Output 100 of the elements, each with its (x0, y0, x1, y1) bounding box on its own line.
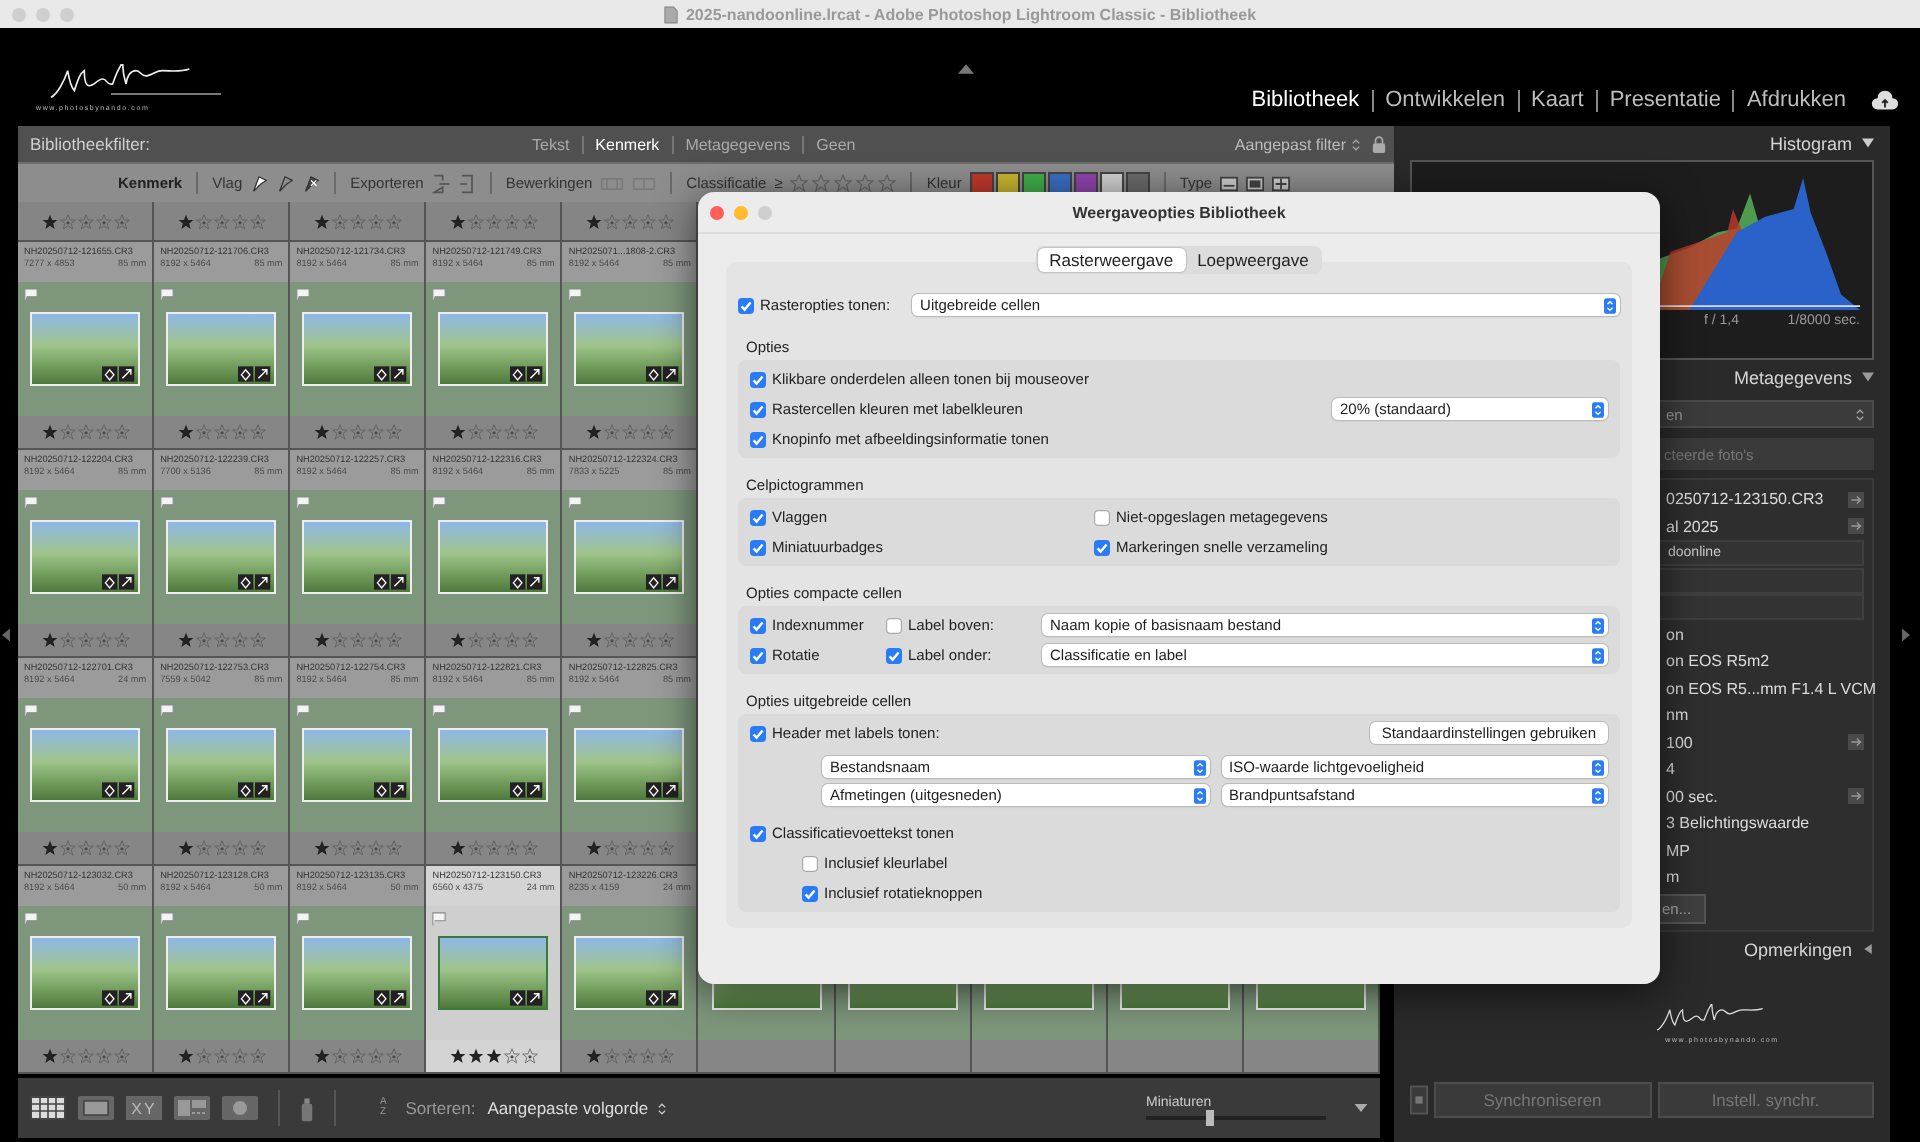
outline-star-icon[interactable] (812, 174, 831, 192)
document-icon (663, 5, 678, 23)
spray-can-icon[interactable] (300, 1095, 314, 1121)
stepper-icon (1592, 787, 1604, 803)
go-to-icon[interactable] (1848, 734, 1864, 751)
checkbox[interactable] (886, 617, 902, 633)
sort-label: Sorteren: (405, 1098, 476, 1118)
color-label-swatch[interactable] (1049, 174, 1070, 192)
checkbox[interactable] (886, 647, 902, 663)
photo-type-icon[interactable] (1220, 173, 1239, 193)
checkbox[interactable] (750, 509, 766, 525)
go-to-icon[interactable] (1848, 788, 1864, 805)
color-label-swatch[interactable] (997, 174, 1018, 192)
stepper-icon (1193, 759, 1205, 775)
checkbox[interactable] (750, 401, 766, 417)
thumbnail-badge-icon (510, 574, 545, 590)
checkbox[interactable] (802, 885, 818, 901)
view-tab[interactable]: Rasterweergave (1037, 248, 1186, 272)
checkbox[interactable] (750, 725, 766, 741)
checkbox[interactable] (738, 297, 754, 313)
thumbnail-badge-icon (646, 366, 681, 382)
panel-title[interactable]: Opmerkingen (1743, 939, 1852, 959)
sort-dropdown[interactable]: Aangepaste volgorde (487, 1098, 667, 1118)
stepper-icon (1592, 617, 1604, 633)
outline-star-icon[interactable] (856, 174, 875, 192)
outline-flag-icon[interactable] (276, 173, 295, 193)
window-title: 2025-nandoonline.lrcat - Adobe Photoshop Lightroom Classic - Bibliotheek (685, 5, 1257, 23)
checkbox[interactable] (802, 855, 818, 871)
checkbox[interactable] (750, 647, 766, 663)
thumbnail-badge-icon (374, 782, 409, 798)
checkbox[interactable] (1094, 539, 1110, 555)
thumbnail-badge-icon (510, 990, 545, 1006)
copy-type-icon[interactable] (1272, 173, 1291, 193)
survey-view-icon[interactable] (174, 1096, 210, 1120)
thumbnail-badge-icon (646, 574, 681, 590)
thumbnail-badge-icon (102, 782, 137, 798)
flag-icon[interactable] (250, 173, 269, 193)
module-tab[interactable]: Bibliotheek (1239, 90, 1372, 112)
lock-icon[interactable] (1410, 1084, 1428, 1116)
color-label-swatch[interactable] (1023, 174, 1044, 192)
module-tab[interactable]: Presentatie (1595, 90, 1733, 112)
metadata-value: nm (1666, 706, 1689, 725)
outline-star-icon[interactable] (834, 174, 853, 192)
outline-star-icon[interactable] (878, 174, 897, 192)
rating-strip (1107, 1040, 1242, 1072)
close-icon[interactable] (710, 205, 724, 219)
metadata-value: MP (1666, 841, 1690, 860)
metadata-field[interactable] (1658, 567, 1864, 594)
rating-strip (971, 1040, 1106, 1072)
go-to-icon[interactable] (1848, 491, 1864, 508)
filter-tab[interactable]: Kenmerk (581, 135, 672, 153)
panel-toggle-icon[interactable] (2, 627, 10, 641)
people-view-icon[interactable] (222, 1096, 258, 1120)
expand-icon[interactable] (1862, 944, 1874, 954)
checkbox[interactable] (750, 431, 766, 447)
collapse-icon[interactable] (1862, 372, 1874, 382)
outline-star-icon[interactable] (790, 174, 809, 192)
stepper-icon (658, 1101, 667, 1115)
video-type-icon[interactable] (1246, 173, 1265, 193)
panel-title[interactable]: Metagegevens (1733, 367, 1852, 387)
stepper-icon (1604, 297, 1616, 313)
thumbnail-badge-icon (238, 574, 273, 590)
panel-toggle-icon[interactable] (958, 64, 974, 74)
checkbox[interactable] (750, 371, 766, 387)
module-tab[interactable]: Ontwikkelen (1371, 90, 1518, 112)
stepper-icon (1592, 759, 1604, 775)
stepper-icon (1193, 787, 1205, 803)
crossed-flag-icon[interactable] (302, 173, 321, 193)
color-label-swatch[interactable] (1101, 174, 1122, 192)
cloud-icon[interactable] (1870, 90, 1900, 110)
slider-thumb[interactable] (1205, 1110, 1213, 1126)
module-tab[interactable]: Kaart (1517, 90, 1596, 112)
view-tab[interactable]: Loepweergave (1185, 248, 1321, 272)
checkbox[interactable] (1094, 509, 1110, 525)
stepper-icon (1592, 647, 1604, 663)
panel-toggle-icon[interactable] (1901, 627, 1909, 641)
rating-strip (698, 1040, 834, 1072)
metadata-field[interactable] (1658, 594, 1864, 621)
go-to-icon[interactable] (1848, 518, 1864, 535)
grid-view-icon[interactable] (30, 1096, 66, 1120)
loupe-view-icon[interactable] (78, 1096, 114, 1120)
module-tab[interactable]: Afdrukken (1732, 90, 1858, 112)
filter-tab[interactable]: Tekst (520, 135, 582, 153)
filter-preset-dropdown[interactable]: Aangepast filter (1234, 135, 1360, 153)
export-icon[interactable] (457, 173, 476, 193)
lock-icon[interactable] (1372, 135, 1386, 153)
caret-icon[interactable] (1354, 1104, 1368, 1112)
dialog-title: Weergaveopties Bibliotheek (1072, 203, 1286, 221)
color-label-swatch[interactable] (1127, 174, 1148, 192)
metadata-value: 00 sec. (1666, 787, 1718, 806)
panel-title[interactable]: Histogram (1769, 133, 1852, 153)
export-icon[interactable] (431, 173, 450, 193)
collapse-icon[interactable] (1862, 138, 1874, 148)
checkbox[interactable] (750, 539, 766, 555)
checkbox[interactable] (750, 617, 766, 633)
checkbox[interactable] (750, 825, 766, 841)
metadata-value: 0250712-123150.CR3 (1666, 490, 1824, 509)
metadata-value: 100 (1666, 733, 1693, 752)
color-label-swatch[interactable] (971, 174, 992, 192)
color-label-swatch[interactable] (1075, 174, 1096, 192)
